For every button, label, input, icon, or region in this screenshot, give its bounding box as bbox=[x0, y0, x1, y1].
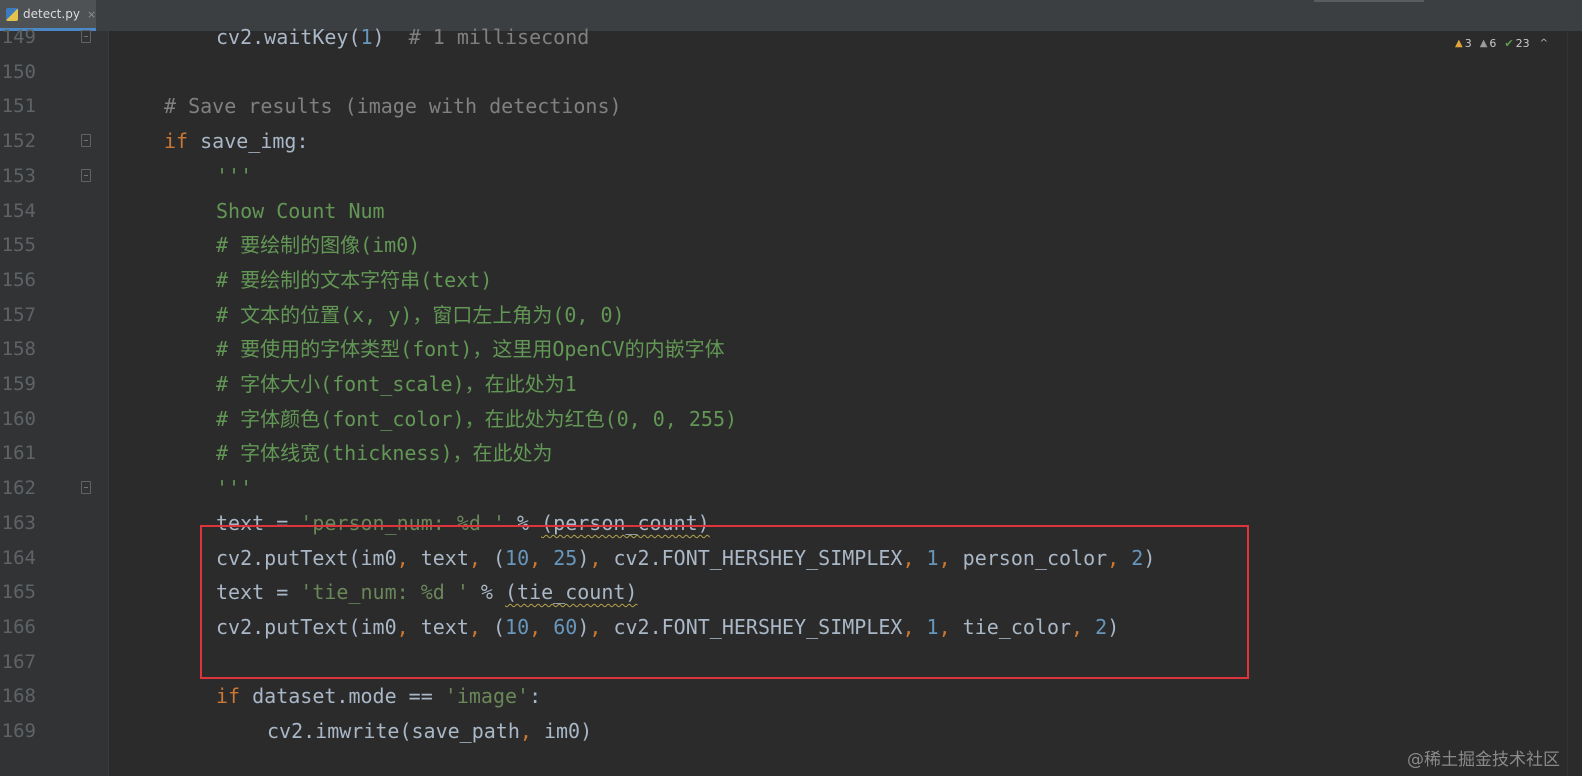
code-text: # 字体线宽(thickness)，在此处为 bbox=[216, 436, 553, 471]
line-number: 154 bbox=[1, 199, 36, 222]
code-token: # 字体大小(font_scale)，在此处为1 bbox=[216, 372, 577, 396]
code-text: Show Count Num bbox=[216, 194, 385, 229]
chevron-up-icon[interactable]: ^ bbox=[1540, 38, 1548, 49]
code-text: if save_img: bbox=[164, 124, 309, 159]
line-number: 157 bbox=[1, 303, 36, 326]
code-line[interactable]: 161 # 字体线宽(thickness)，在此处为 bbox=[0, 436, 1582, 471]
line-number: 161 bbox=[1, 442, 36, 465]
highlight-annotation-box bbox=[200, 525, 1249, 679]
code-token: if bbox=[164, 129, 201, 154]
line-number: 153 bbox=[1, 164, 36, 187]
inspection-widget[interactable]: ▲ 3 ▲ 6 ✔ 23 ^ bbox=[1455, 37, 1548, 50]
python-file-icon bbox=[6, 7, 18, 21]
code-text: cv2.imwrite(save_path, im0) bbox=[267, 714, 592, 749]
code-token: : bbox=[529, 684, 542, 709]
code-line[interactable]: 156 # 要绘制的文本字符串(text) bbox=[0, 263, 1582, 298]
code-text: ''' bbox=[216, 159, 252, 194]
code-text: # 要绘制的文本字符串(text) bbox=[216, 263, 492, 298]
line-number: 166 bbox=[1, 615, 36, 638]
tab-bar-divider bbox=[1314, 0, 1424, 2]
code-token: # 字体线宽(thickness)，在此处为 bbox=[216, 441, 553, 466]
fold-marker-icon[interactable] bbox=[81, 134, 91, 148]
code-token: # 要使用的字体类型(font)，这里用OpenCV的内嵌字体 bbox=[216, 337, 725, 362]
code-line[interactable]: 159 # 字体大小(font_scale)，在此处为1 bbox=[0, 367, 1582, 402]
typo-check-icon: ✔ bbox=[1504, 37, 1514, 50]
weak-warning-icon: ▲ bbox=[1479, 38, 1488, 49]
code-token: ) bbox=[372, 25, 409, 49]
code-line[interactable]: 150 bbox=[0, 55, 1582, 90]
warnings-indicator[interactable]: ▲ 3 bbox=[1455, 37, 1472, 50]
fold-marker-icon[interactable] bbox=[81, 30, 91, 43]
code-token: # Save results (image with detections) bbox=[164, 94, 622, 119]
code-text: cv2.waitKey(1) # 1 millisecond bbox=[216, 20, 589, 55]
line-number: 162 bbox=[1, 477, 36, 500]
code-line[interactable]: 162 ''' bbox=[0, 471, 1582, 506]
code-line[interactable]: 149 cv2.waitKey(1) # 1 millisecond bbox=[0, 20, 1582, 55]
line-number: 159 bbox=[1, 373, 36, 395]
code-line[interactable]: 155 # 要绘制的图像(im0) bbox=[0, 228, 1582, 263]
close-icon[interactable]: × bbox=[87, 8, 96, 21]
code-text: ''' bbox=[216, 471, 252, 506]
watermark-text: @稀土掘金技术社区 bbox=[1407, 750, 1560, 770]
code-text: if dataset.mode == 'image': bbox=[216, 679, 541, 714]
line-number: 169 bbox=[1, 720, 36, 742]
code-line[interactable]: 151 # Save results (image with detections… bbox=[0, 89, 1582, 124]
code-text: # 要绘制的图像(im0) bbox=[216, 228, 420, 263]
code-token: # 要绘制的文本字符串(text) bbox=[216, 267, 493, 292]
code-token: cv2.imwrite(save_path bbox=[267, 719, 520, 743]
warning-icon: ▲ bbox=[1454, 38, 1463, 49]
line-number: 167 bbox=[1, 650, 36, 673]
code-line[interactable]: 153 ''' bbox=[0, 159, 1582, 194]
code-line[interactable]: 158 # 要使用的字体类型(font)，这里用OpenCV的内嵌字体 bbox=[0, 332, 1582, 367]
code-token: cv2.waitKey( bbox=[216, 25, 361, 49]
code-token: ''' bbox=[216, 163, 253, 188]
code-token: # 要绘制的图像(im0) bbox=[216, 233, 421, 258]
code-line[interactable]: 168 if dataset.mode == 'image': bbox=[0, 679, 1582, 714]
code-token: save_img: bbox=[200, 129, 309, 154]
code-text: # Save results (image with detections) bbox=[164, 89, 622, 124]
code-line[interactable]: 157 # 文本的位置(x, y)，窗口左上角为(0, 0) bbox=[0, 298, 1582, 333]
code-token: 'image' bbox=[444, 684, 530, 709]
code-token: 1 bbox=[360, 25, 373, 49]
vertical-scrollbar[interactable] bbox=[1567, 31, 1582, 776]
line-number: 165 bbox=[1, 581, 36, 604]
weak-warnings-indicator[interactable]: ▲ 6 bbox=[1480, 37, 1497, 50]
code-token: # 1 millisecond bbox=[408, 25, 590, 49]
line-number: 152 bbox=[1, 130, 36, 153]
line-number: 163 bbox=[1, 511, 36, 534]
code-token: , bbox=[519, 719, 544, 743]
code-text: # 文本的位置(x, y)，窗口左上角为(0, 0) bbox=[216, 298, 625, 333]
tab-filename: detect.py bbox=[23, 7, 80, 21]
fold-marker-icon[interactable] bbox=[81, 168, 91, 182]
line-number: 160 bbox=[1, 407, 36, 430]
code-text: # 要使用的字体类型(font)，这里用OpenCV的内嵌字体 bbox=[216, 332, 725, 367]
code-token: ''' bbox=[216, 476, 253, 501]
code-text: # 字体颜色(font_color)，在此处为红色(0, 0, 255) bbox=[216, 402, 737, 437]
code-text: # 字体大小(font_scale)，在此处为1 bbox=[216, 367, 577, 402]
line-number: 151 bbox=[1, 95, 36, 118]
code-token: # 文本的位置(x, y)，窗口左上角为(0, 0) bbox=[216, 302, 625, 327]
code-token: if bbox=[216, 684, 253, 709]
line-number: 156 bbox=[1, 268, 36, 291]
code-token: Show Count Num bbox=[216, 198, 385, 223]
line-number: 155 bbox=[1, 234, 36, 257]
line-number: 168 bbox=[1, 685, 36, 708]
code-token: # 字体颜色(font_color)，在此处为红色(0, 0, 255) bbox=[216, 406, 738, 431]
code-token: im0) bbox=[543, 719, 593, 743]
code-line[interactable]: 169 cv2.imwrite(save_path, im0) bbox=[0, 714, 1582, 749]
line-number: 158 bbox=[1, 338, 36, 361]
typos-indicator[interactable]: ✔ 23 bbox=[1504, 37, 1529, 50]
code-line[interactable]: 160 # 字体颜色(font_color)，在此处为红色(0, 0, 255) bbox=[0, 402, 1582, 437]
code-line[interactable]: 154 Show Count Num bbox=[0, 194, 1582, 229]
code-editor[interactable]: 149 cv2.waitKey(1) # 1 millisecond 150 151 #… bbox=[0, 25, 1582, 776]
code-line[interactable]: 152 if save_img: bbox=[0, 124, 1582, 159]
line-number: 150 bbox=[1, 60, 36, 83]
line-number: 164 bbox=[1, 546, 36, 569]
fold-marker-icon[interactable] bbox=[81, 481, 91, 495]
code-token: dataset.mode == bbox=[252, 684, 445, 709]
line-number: 149 bbox=[1, 26, 36, 48]
